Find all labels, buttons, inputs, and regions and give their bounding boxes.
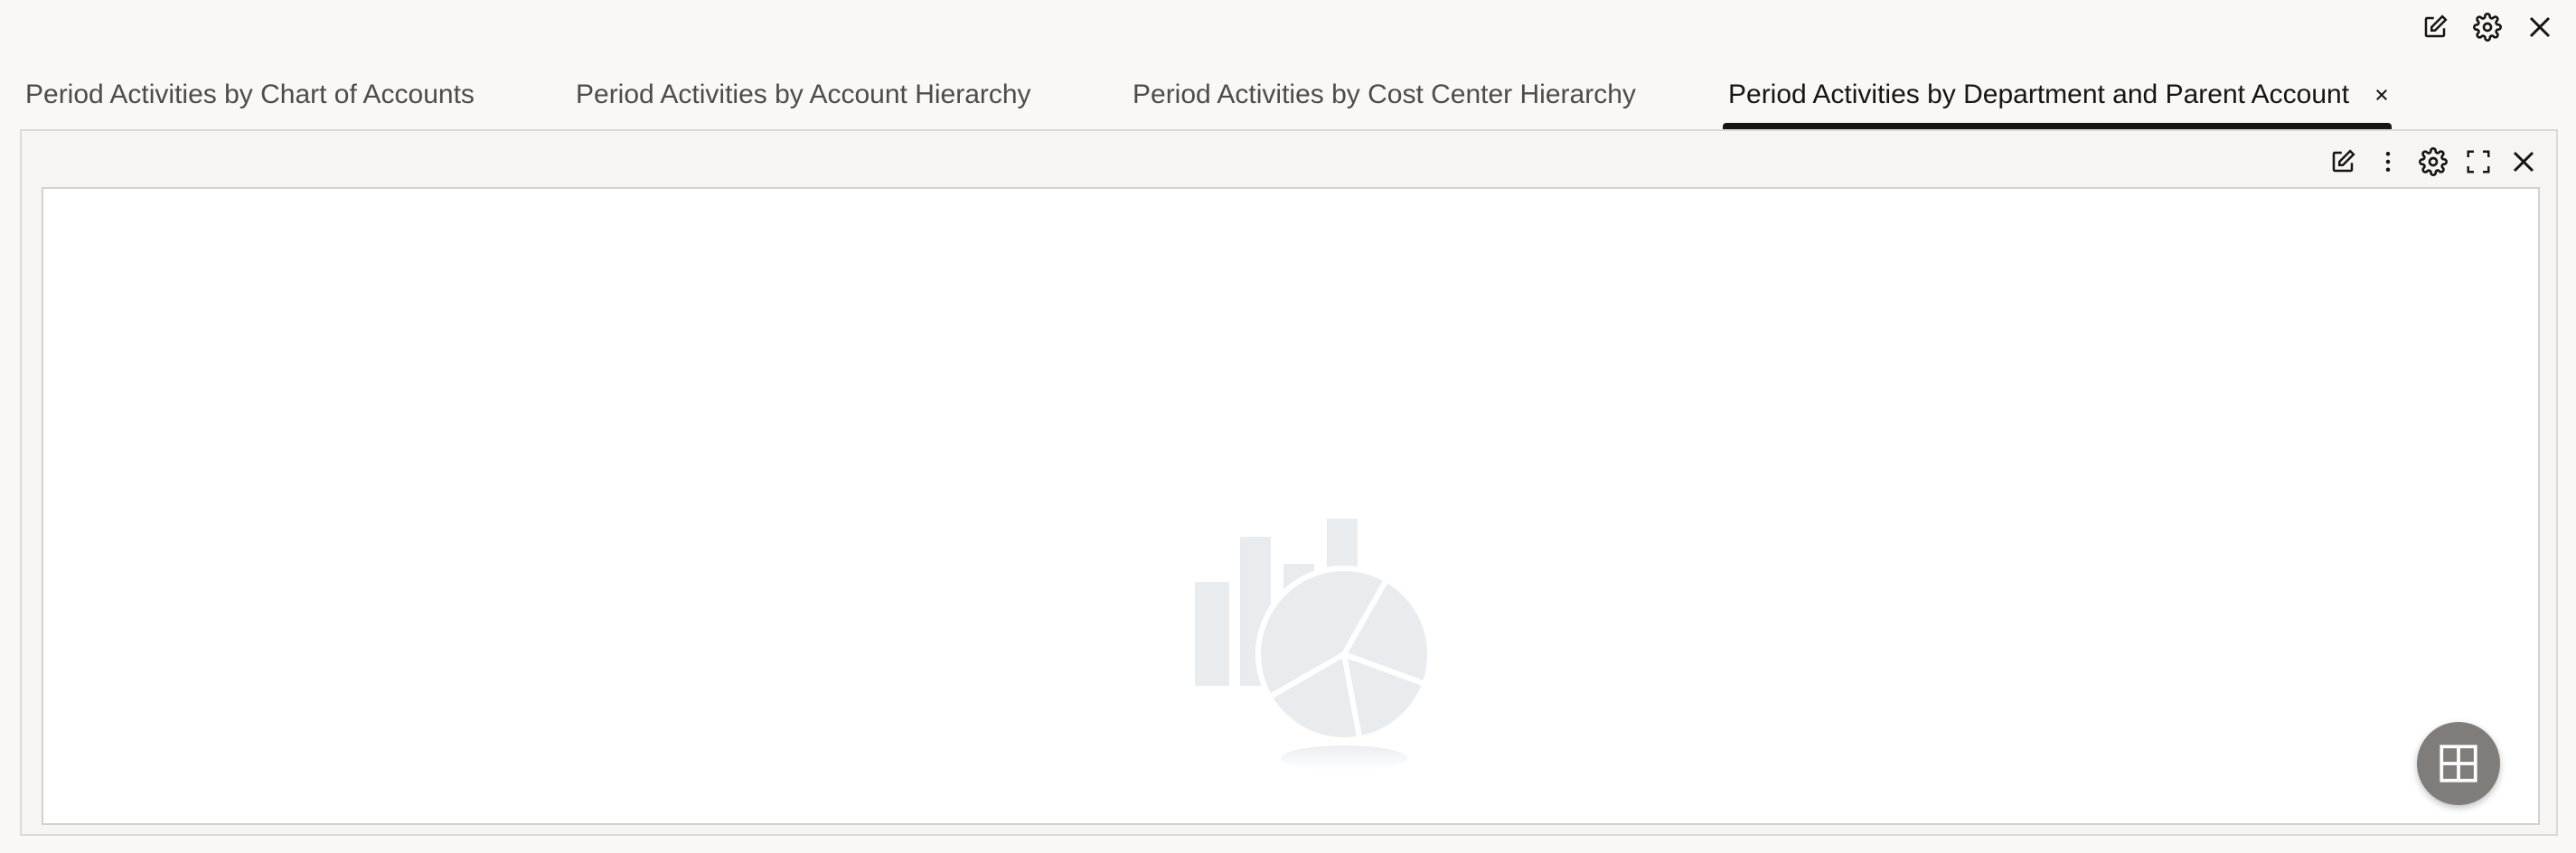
report-panel <box>20 129 2558 836</box>
edit-page-button[interactable] <box>2419 11 2451 43</box>
close-icon <box>2376 89 2387 100</box>
close-icon <box>2513 151 2534 173</box>
panel-more-button[interactable] <box>2372 145 2404 178</box>
tab-label: Period Activities by Chart of Accounts <box>25 80 475 109</box>
active-tab-indicator <box>1723 123 2392 129</box>
window-actions <box>2419 9 2556 45</box>
panel-edit-button[interactable] <box>2327 145 2359 178</box>
close-icon <box>2529 16 2551 38</box>
gear-icon <box>2419 147 2448 176</box>
tab-close-button[interactable] <box>2369 82 2394 108</box>
edit-icon <box>2424 14 2448 38</box>
page-settings-button[interactable] <box>2471 11 2504 43</box>
tab-label: Period Activities by Cost Center Hierarc… <box>1133 80 1636 109</box>
report-content-area <box>42 187 2540 825</box>
chart-placeholder-icon <box>1195 519 1433 771</box>
fullscreen-icon <box>2467 150 2490 173</box>
grid-view-button[interactable] <box>2417 722 2500 805</box>
tab-label: Period Activities by Department and Pare… <box>1728 80 2350 109</box>
panel-settings-button[interactable] <box>2417 145 2449 178</box>
tab-department-parent-account[interactable]: Period Activities by Department and Pare… <box>1728 60 2394 130</box>
tab-chart-of-accounts[interactable]: Period Activities by Chart of Accounts <box>25 60 475 130</box>
grid-view-icon <box>2440 745 2477 783</box>
tab-account-hierarchy[interactable]: Period Activities by Account Hierarchy <box>576 60 1031 130</box>
panel-close-button[interactable] <box>2507 145 2540 178</box>
gear-icon <box>2473 13 2502 42</box>
edit-icon <box>2332 149 2355 173</box>
close-page-button[interactable] <box>2524 11 2556 43</box>
more-vertical-icon <box>2385 152 2391 172</box>
tab-cost-center-hierarchy[interactable]: Period Activities by Cost Center Hierarc… <box>1133 60 1636 130</box>
panel-fullscreen-button[interactable] <box>2462 145 2495 178</box>
tab-bar: Period Activities by Chart of Accounts P… <box>0 60 2576 130</box>
tab-label: Period Activities by Account Hierarchy <box>576 80 1031 109</box>
panel-toolbar <box>2327 144 2540 180</box>
